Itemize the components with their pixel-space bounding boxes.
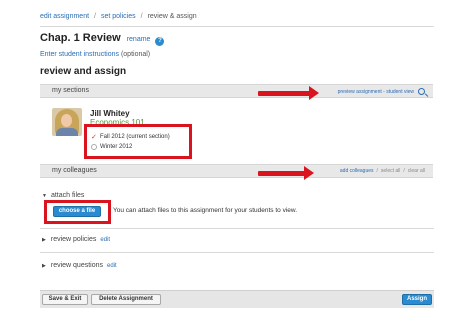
title-row: Chap. 1 Review rename ? xyxy=(40,32,165,46)
breadcrumb-edit-assignment[interactable]: edit assignment xyxy=(40,13,89,20)
my-sections-bar: my sections preview assignment - student… xyxy=(40,84,433,98)
breadcrumb-current: review & assign xyxy=(147,13,197,20)
attach-files-label: attach files xyxy=(50,192,85,199)
my-colleagues-bar: my colleagues add colleagues / select al… xyxy=(40,164,433,178)
review-questions-toggle[interactable]: ▶ review questions edit xyxy=(42,262,117,269)
divider xyxy=(40,252,434,253)
breadcrumb-separator: / xyxy=(94,13,96,20)
select-all-link[interactable]: select all xyxy=(381,168,400,174)
avatar-shirt xyxy=(56,128,78,136)
page-title: Chap. 1 Review xyxy=(40,32,121,44)
caret-down-icon: ▼ xyxy=(42,193,47,199)
assign-button[interactable]: Assign xyxy=(402,294,432,305)
divider xyxy=(40,26,434,27)
highlight-box-choose-file xyxy=(44,200,111,224)
breadcrumb: edit assignment / set policies / review & as… xyxy=(40,13,197,20)
avatar-face xyxy=(61,114,72,127)
caret-right-icon: ▶ xyxy=(42,262,46,269)
review-questions-label: review questions xyxy=(50,262,103,269)
breadcrumb-separator: / xyxy=(140,13,143,20)
divider xyxy=(40,228,434,229)
preview-assignment-link[interactable]: preview assignment - student view xyxy=(338,89,414,95)
review-policies-toggle[interactable]: ▶ review policies edit xyxy=(42,236,110,243)
arrow-shaft xyxy=(258,91,310,96)
optional-note: (optional) xyxy=(120,51,151,58)
my-colleagues-label: my colleagues xyxy=(52,167,97,174)
arrow-shaft xyxy=(258,171,305,176)
preview-assignment: preview assignment - student view xyxy=(338,88,425,95)
add-colleagues-link[interactable]: add colleagues xyxy=(340,168,374,174)
search-icon[interactable] xyxy=(418,88,425,95)
save-exit-button[interactable]: Save & Exit xyxy=(42,294,88,305)
attach-files-toggle[interactable]: ▼ attach files xyxy=(42,192,84,199)
delete-assignment-button[interactable]: Delete Assignment xyxy=(91,294,161,305)
student-instructions: Enter student instructions (optional) xyxy=(40,51,150,58)
review-and-assign-heading: review and assign xyxy=(40,66,127,77)
review-policies-label: review policies xyxy=(50,236,97,243)
separator: / xyxy=(376,168,378,174)
arrow-head xyxy=(304,166,314,180)
rename-link[interactable]: rename xyxy=(127,36,151,43)
student-instructions-link[interactable]: Enter student instructions xyxy=(40,51,119,58)
caret-right-icon: ▶ xyxy=(42,236,46,243)
breadcrumb-set-policies[interactable]: set policies xyxy=(101,13,136,20)
review-policies-edit-link[interactable]: edit xyxy=(100,237,110,243)
page: edit assignment / set policies / review & as… xyxy=(0,0,474,316)
arrow-head xyxy=(309,86,319,100)
arrow-right-icon xyxy=(258,166,314,180)
attach-files-description: You can attach files to this assignment … xyxy=(113,207,298,214)
review-questions-edit-link[interactable]: edit xyxy=(107,263,117,269)
arrow-right-icon xyxy=(258,86,319,100)
student-name: Jill Whitey xyxy=(90,109,130,118)
highlight-box-sections xyxy=(84,124,192,159)
avatar xyxy=(52,108,82,136)
colleague-actions: add colleagues / select all / clear all xyxy=(340,168,425,174)
separator: / xyxy=(403,168,405,174)
my-sections-label: my sections xyxy=(52,87,89,94)
clear-all-link[interactable]: clear all xyxy=(408,168,425,174)
help-icon[interactable]: ? xyxy=(155,37,165,46)
